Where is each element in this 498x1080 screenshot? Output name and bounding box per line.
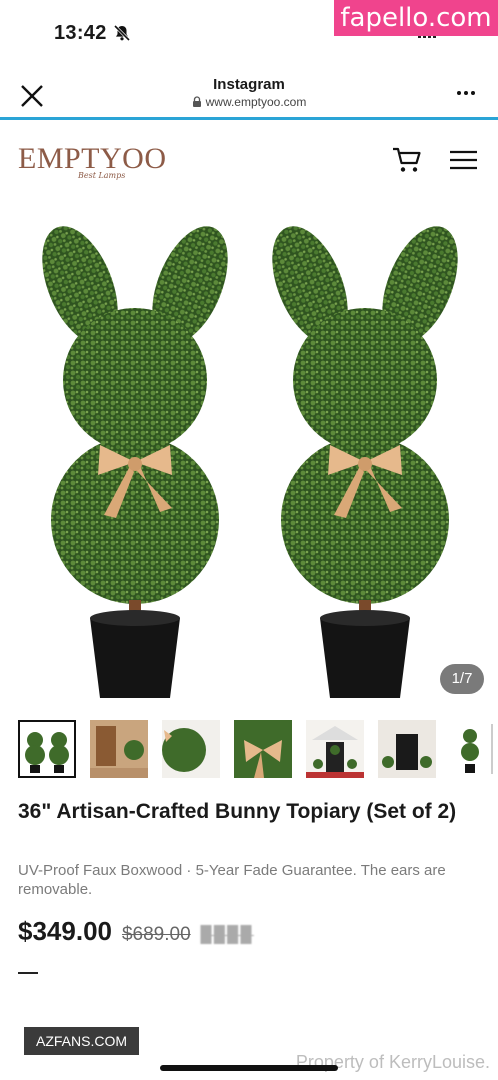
browser-url[interactable]: www.emptyoo.com <box>0 95 498 109</box>
url-text: www.emptyoo.com <box>205 95 307 109</box>
bunny-topiary-right <box>272 226 458 698</box>
home-indicator[interactable] <box>160 1065 338 1071</box>
thumbnail-strip <box>18 720 498 782</box>
thumbnail-1[interactable] <box>18 720 76 778</box>
watermark-banner: fapello.com <box>334 0 498 36</box>
more-icon[interactable] <box>456 90 476 96</box>
thumbnail-2[interactable] <box>90 720 148 778</box>
bell-slash-icon <box>113 24 131 42</box>
status-time: 13:42 <box>54 22 107 44</box>
status-bar: 13:42 fapello.com <box>0 0 498 62</box>
thumbnail-5[interactable] <box>306 720 364 778</box>
price-row: $349.00 $689.00 ▉▉▉▉ <box>18 916 254 947</box>
cart-icon[interactable] <box>392 146 422 174</box>
thumbnail-6[interactable] <box>378 720 436 778</box>
site-header: EMPTYOO Best Lamps <box>0 120 498 200</box>
image-counter-badge: 1/7 <box>440 664 484 694</box>
obscured-price-text: ▉▉▉▉ <box>200 927 254 944</box>
thumbnail-3[interactable] <box>162 720 220 778</box>
menu-icon[interactable] <box>450 150 477 170</box>
divider-dash <box>18 972 38 974</box>
bunny-topiary-left <box>42 226 228 698</box>
browser-header: Instagram www.emptyoo.com <box>0 62 498 120</box>
thumbnail-7[interactable] <box>450 720 498 778</box>
product-title: 36" Artisan-Crafted Bunny Topiary (Set o… <box>18 800 457 823</box>
current-price: $349.00 <box>18 916 112 946</box>
thumbnail-4[interactable] <box>234 720 292 778</box>
watermark-badge: AZFANS.COM <box>24 1027 139 1055</box>
product-subtitle: UV-Proof Faux Boxwood · 5-Year Fade Guar… <box>18 862 446 898</box>
lock-icon <box>192 96 201 107</box>
product-main-image[interactable] <box>0 200 498 710</box>
browser-title: Instagram <box>213 76 285 93</box>
original-price: $689.00 <box>121 924 191 945</box>
logo-tagline: Best Lamps <box>78 171 126 180</box>
